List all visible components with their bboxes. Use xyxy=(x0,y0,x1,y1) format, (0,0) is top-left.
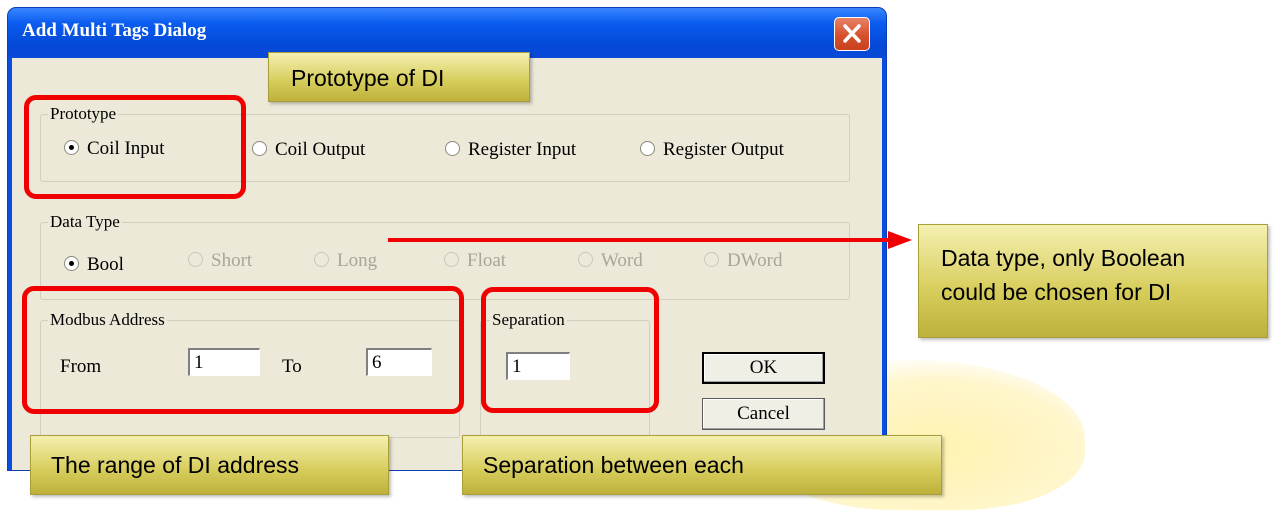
highlight-prototype xyxy=(24,95,246,199)
callout-separation: Separation between each xyxy=(462,435,942,495)
callout-data-type: Data type, only Boolean could be chosen … xyxy=(918,224,1268,338)
cancel-button[interactable]: Cancel xyxy=(702,398,825,430)
radio-label: Register Input xyxy=(468,139,577,160)
callout-prototype-text: Prototype of DI xyxy=(291,65,445,91)
radio-label: Short xyxy=(211,250,253,271)
radio-indicator xyxy=(188,252,203,267)
title-bar[interactable]: Add Multi Tags Dialog xyxy=(8,8,886,58)
radio-coil-output[interactable]: Coil Output xyxy=(252,139,365,161)
radio-indicator xyxy=(444,252,459,267)
data-type-group-label: Data Type xyxy=(48,212,122,232)
arrow-to-data-type-callout xyxy=(388,231,912,249)
radio-indicator xyxy=(578,252,593,267)
radio-register-output[interactable]: Register Output xyxy=(640,139,784,161)
callout-range: The range of DI address xyxy=(30,435,389,495)
radio-short: Short xyxy=(188,250,252,272)
dialog-title: Add Multi Tags Dialog xyxy=(22,20,207,41)
close-button[interactable] xyxy=(834,17,870,51)
radio-label: Float xyxy=(467,250,507,271)
callout-range-text: The range of DI address xyxy=(51,452,300,478)
radio-indicator xyxy=(640,141,655,156)
radio-indicator xyxy=(314,252,329,267)
radio-indicator xyxy=(445,141,460,156)
close-icon xyxy=(843,24,861,43)
callout-separation-text: Separation between each xyxy=(483,452,744,478)
radio-label: DWord xyxy=(727,250,783,271)
radio-float: Float xyxy=(444,250,506,272)
radio-bool[interactable]: Bool xyxy=(64,254,124,276)
radio-indicator xyxy=(252,141,267,156)
callout-prototype: Prototype of DI xyxy=(268,52,530,102)
callout-data-type-line2: could be chosen for DI xyxy=(941,279,1172,305)
radio-label: Long xyxy=(337,250,378,271)
radio-word: Word xyxy=(578,250,643,272)
ok-button[interactable]: OK xyxy=(702,352,825,384)
radio-indicator xyxy=(704,252,719,267)
radio-label: Register Output xyxy=(663,139,784,160)
radio-register-input[interactable]: Register Input xyxy=(445,139,576,161)
radio-dword: DWord xyxy=(704,250,782,272)
radio-indicator xyxy=(64,256,79,271)
radio-long: Long xyxy=(314,250,377,272)
callout-data-type-line1: Data type, only Boolean xyxy=(941,245,1186,271)
radio-label: Coil Output xyxy=(275,139,366,160)
highlight-modbus-address xyxy=(22,286,464,414)
radio-label: Word xyxy=(601,250,643,271)
radio-label: Bool xyxy=(87,254,124,275)
highlight-separation xyxy=(481,287,659,413)
